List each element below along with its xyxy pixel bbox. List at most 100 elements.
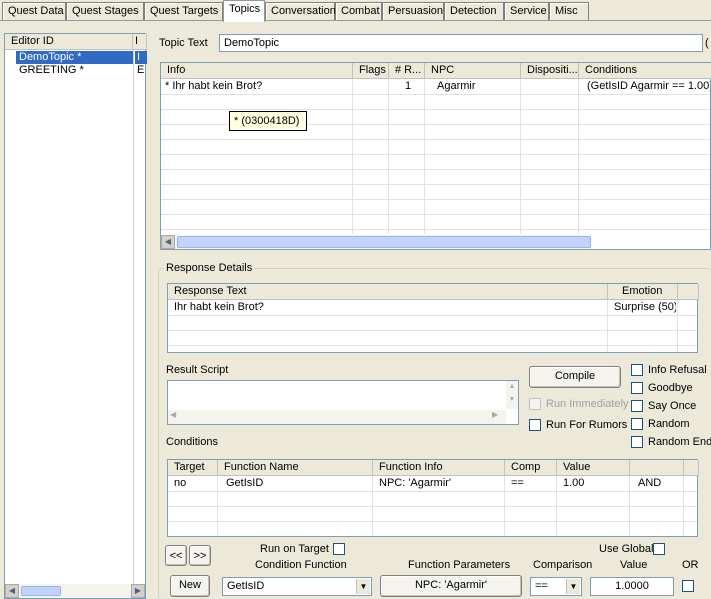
response-header-spacer: [678, 284, 699, 300]
editor-col2-header[interactable]: I: [133, 34, 147, 50]
goodbye-checkbox[interactable]: [631, 382, 643, 394]
conditions-label: Conditions: [166, 436, 218, 448]
editor-row-demotopic-col2[interactable]: I: [135, 51, 147, 64]
cond-header-value[interactable]: Value: [557, 460, 630, 476]
tab-topics[interactable]: Topics: [223, 0, 265, 22]
condition-function-label: Condition Function: [255, 559, 347, 571]
random-label: Random: [648, 418, 690, 430]
info-table[interactable]: Info Flags # R... NPC Dispositi... Condi…: [160, 62, 711, 250]
next-condition-button[interactable]: >>: [189, 545, 211, 566]
tab-quest-targets[interactable]: Quest Targets: [144, 2, 223, 20]
info-header-responses[interactable]: # R...: [389, 63, 425, 79]
info-row-responses[interactable]: 1: [389, 80, 423, 94]
tab-persuasion[interactable]: Persuasion: [382, 2, 444, 20]
response-row-emotion[interactable]: Surprise (50): [608, 301, 676, 315]
cond-row-comp[interactable]: ==: [507, 477, 555, 491]
info-row-text[interactable]: * Ihr habt kein Brot?: [161, 80, 351, 94]
conditions-table[interactable]: Target Function Name Function Info Comp …: [167, 459, 699, 537]
editor-row-greeting-col2[interactable]: E: [135, 64, 147, 78]
info-header-conditions[interactable]: Conditions: [579, 63, 711, 79]
response-header-emotion[interactable]: Emotion: [608, 284, 678, 300]
or-checkbox[interactable]: [682, 580, 694, 592]
info-tooltip: * (0300418D): [229, 111, 307, 131]
topic-text-input[interactable]: DemoTopic: [219, 34, 703, 52]
info-header-disposition[interactable]: Dispositi...: [521, 63, 579, 79]
script-scroll-right-icon[interactable]: ▶: [492, 410, 498, 419]
cond-header-function-info[interactable]: Function Info: [373, 460, 505, 476]
cond-row-function-name[interactable]: GetIsID: [222, 477, 370, 491]
compile-button[interactable]: Compile: [529, 366, 621, 388]
script-vscroll[interactable]: ▲ ▼: [506, 381, 518, 409]
info-row-conditions[interactable]: (GetIsID Agarmir == 1.00): [579, 80, 710, 94]
result-script-textarea[interactable]: ▲ ▼ ◀ ▶: [167, 380, 519, 425]
cond-row-target[interactable]: no: [170, 477, 216, 491]
prev-condition-button[interactable]: <<: [165, 545, 187, 566]
run-immediately-label: Run Immediately: [546, 398, 629, 410]
tab-quest-stages[interactable]: Quest Stages: [66, 2, 144, 20]
tab-service[interactable]: Service: [504, 2, 549, 20]
editor-row-demotopic[interactable]: DemoTopic *: [16, 51, 133, 64]
info-row-disposition[interactable]: [521, 80, 577, 94]
info-row-flags[interactable]: [353, 80, 387, 94]
info-header-npc[interactable]: NPC: [425, 63, 521, 79]
comparison-select[interactable]: == ▼: [530, 577, 582, 596]
scroll-left-icon[interactable]: ◀: [5, 584, 19, 598]
script-scroll-up-icon[interactable]: ▲: [506, 383, 518, 395]
cond-row-andor[interactable]: AND: [634, 477, 682, 491]
response-header-text[interactable]: Response Text: [168, 284, 608, 300]
script-hscroll[interactable]: ◀ ▶: [168, 410, 506, 424]
condition-function-value: GetIsID: [227, 580, 265, 592]
run-on-target-label: Run on Target: [260, 543, 329, 555]
goodbye-label: Goodbye: [648, 382, 693, 394]
info-header-info[interactable]: Info: [161, 63, 353, 79]
comparison-chevron-down-icon[interactable]: ▼: [566, 579, 580, 594]
random-end-checkbox[interactable]: [631, 436, 643, 448]
editor-id-header[interactable]: Editor ID: [5, 34, 133, 50]
editor-row-greeting[interactable]: GREETING *: [16, 64, 133, 78]
editor-list-hscrollbar[interactable]: ◀ ▶: [5, 584, 145, 598]
function-parameters-label: Function Parameters: [408, 559, 511, 571]
run-immediately-checkbox[interactable]: [529, 398, 541, 410]
function-parameters-button[interactable]: NPC: 'Agarmir': [380, 575, 522, 597]
scroll-right-icon[interactable]: ▶: [131, 584, 145, 598]
tab-detection[interactable]: Detection: [444, 2, 504, 20]
condition-function-chevron-down-icon[interactable]: ▼: [356, 579, 370, 594]
tab-combat[interactable]: Combat: [335, 2, 382, 20]
new-condition-button[interactable]: New: [170, 575, 210, 597]
cond-header-andor[interactable]: [630, 460, 684, 476]
cond-header-comp[interactable]: Comp: [505, 460, 557, 476]
cond-header-spacer: [684, 460, 699, 476]
info-header-flags[interactable]: Flags: [353, 63, 389, 79]
response-row-text[interactable]: Ihr habt kein Brot?: [170, 301, 606, 315]
cond-row-value[interactable]: 1.00: [559, 477, 627, 491]
script-scroll-left-icon[interactable]: ◀: [170, 410, 176, 419]
run-for-rumors-checkbox[interactable]: [529, 419, 541, 431]
say-once-checkbox[interactable]: [631, 400, 643, 412]
info-table-hscrollbar[interactable]: ◀: [161, 235, 591, 249]
comparison-label: Comparison: [533, 559, 593, 571]
value-input[interactable]: 1.0000: [590, 577, 674, 596]
random-end-label: Random End: [648, 436, 711, 448]
result-script-label: Result Script: [166, 364, 229, 376]
editor-id-list[interactable]: Editor ID I DemoTopic * I GREETING * E ◀…: [4, 33, 147, 599]
response-table[interactable]: Response Text Emotion Ihr habt kein Brot…: [167, 283, 699, 353]
value-label: Value: [620, 559, 648, 571]
tab-misc[interactable]: Misc: [549, 2, 589, 20]
cond-header-target[interactable]: Target: [168, 460, 218, 476]
run-on-target-checkbox[interactable]: [333, 543, 345, 555]
info-refusal-checkbox[interactable]: [631, 364, 643, 376]
tab-quest-data[interactable]: Quest Data: [2, 2, 66, 20]
cond-row-function-info[interactable]: NPC: 'Agarmir': [375, 477, 503, 491]
script-scroll-down-icon[interactable]: ▼: [506, 396, 518, 408]
info-scroll-left-icon[interactable]: ◀: [161, 235, 175, 249]
tab-conversation[interactable]: Conversation: [265, 2, 336, 20]
random-checkbox[interactable]: [631, 418, 643, 430]
or-label: OR: [682, 559, 699, 571]
condition-function-select[interactable]: GetIsID ▼: [222, 577, 372, 596]
run-for-rumors-label: Run For Rumors: [546, 419, 628, 431]
info-scroll-thumb[interactable]: [177, 236, 591, 248]
scroll-thumb[interactable]: [21, 586, 61, 596]
info-row-npc[interactable]: Agarmir: [425, 80, 519, 94]
use-global-checkbox[interactable]: [653, 543, 665, 555]
cond-header-function-name[interactable]: Function Name: [218, 460, 373, 476]
